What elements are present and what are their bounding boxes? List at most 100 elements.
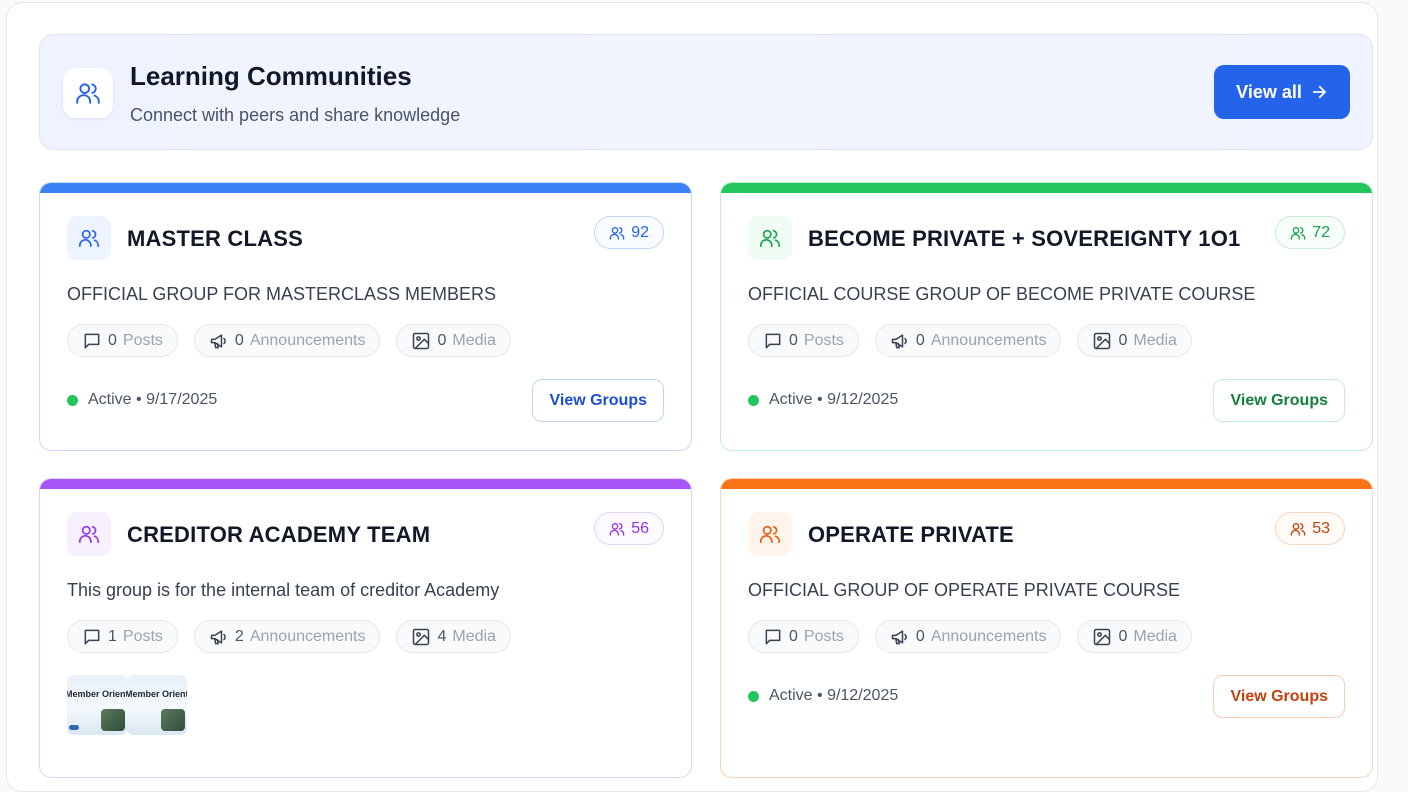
- announcements-count: 2: [234, 627, 244, 645]
- users-icon: [1290, 522, 1306, 536]
- card-description: OFFICIAL COURSE GROUP OF BECOME PRIVATE …: [748, 284, 1256, 304]
- card-accent-bar: [40, 183, 691, 193]
- media-count: 0: [1118, 627, 1128, 645]
- announcements-count: 0: [915, 627, 925, 645]
- page-title: Learning Communities: [130, 61, 412, 91]
- communities-header: Learning Communities Connect with peers …: [39, 34, 1373, 150]
- announcements-label: Announcements: [249, 627, 366, 645]
- media-label: Media: [452, 627, 496, 645]
- media-label: Media: [452, 331, 496, 349]
- card-status: Active • 9/12/2025: [748, 687, 898, 705]
- posts-label: Posts: [122, 627, 163, 645]
- member-count: 92: [631, 223, 649, 241]
- announcements-stat: 0 Announcements: [874, 620, 1062, 653]
- thumbnail-decoration: [69, 725, 79, 730]
- media-count: 0: [437, 331, 447, 349]
- announcements-count: 0: [915, 331, 925, 349]
- view-groups-button[interactable]: View Groups: [1213, 379, 1345, 422]
- users-icon: [609, 522, 625, 536]
- media-stat: 0 Media: [1077, 324, 1192, 357]
- status-text: Active • 9/17/2025: [88, 391, 218, 408]
- media-thumbnail[interactable]: Member Orientation: [127, 675, 187, 735]
- community-card-operate-private: OPERATE PRIVATE 53 OFFICIAL GROUP OF OPE…: [720, 478, 1373, 778]
- announcements-stat: 2 Announcements: [193, 620, 381, 653]
- member-count: 72: [1312, 223, 1330, 241]
- member-count-badge: 56: [594, 512, 664, 545]
- media-stat: 0 Media: [1077, 620, 1192, 653]
- thumbnail-photo: [161, 709, 185, 731]
- users-icon: [748, 512, 792, 556]
- member-count: 56: [631, 519, 649, 537]
- posts-stat: 0 Posts: [67, 324, 178, 357]
- media-label: Media: [1133, 331, 1177, 349]
- announcements-stat: 0 Announcements: [193, 324, 381, 357]
- card-status: Active • 9/12/2025: [748, 391, 898, 409]
- users-icon: [609, 226, 625, 240]
- users-icon: [67, 512, 111, 556]
- users-icon: [1290, 226, 1306, 240]
- active-dot-icon: [748, 690, 759, 702]
- page-subtitle: Connect with peers and share knowledge: [130, 105, 461, 125]
- image-icon: [1094, 332, 1111, 349]
- posts-stat: 0 Posts: [748, 620, 859, 653]
- posts-label: Posts: [803, 627, 844, 645]
- announcements-label: Announcements: [249, 331, 366, 349]
- card-title[interactable]: OPERATE PRIVATE: [808, 522, 1014, 548]
- view-all-button[interactable]: View all: [1214, 65, 1350, 119]
- image-icon: [413, 332, 430, 349]
- users-icon: [67, 216, 111, 260]
- message-square-icon: [84, 333, 100, 348]
- media-thumbnails: Member Orientation Member Orientation: [67, 675, 187, 735]
- megaphone-icon: [210, 333, 226, 348]
- thumbnail-text: Member Orientation: [127, 689, 187, 699]
- community-card-become-private: BECOME PRIVATE + SOVEREIGNTY 1O1 72 OFFI…: [720, 182, 1373, 451]
- posts-count: 0: [789, 627, 798, 645]
- card-title[interactable]: BECOME PRIVATE + SOVEREIGNTY 1O1: [808, 226, 1240, 252]
- card-title[interactable]: CREDITOR ACADEMY TEAM: [127, 522, 430, 548]
- card-accent-bar: [40, 479, 691, 489]
- message-square-icon: [765, 629, 781, 644]
- media-thumbnail[interactable]: Member Orientation: [67, 675, 127, 735]
- member-count-badge: 92: [594, 216, 664, 249]
- megaphone-icon: [891, 333, 907, 348]
- card-accent-bar: [721, 479, 1372, 489]
- card-title[interactable]: MASTER CLASS: [127, 226, 303, 252]
- posts-count: 1: [108, 627, 117, 645]
- card-stats: 0 Posts 0 Announcements 0 Media: [748, 620, 1192, 653]
- card-description: OFFICIAL GROUP FOR MASTERCLASS MEMBERS: [67, 284, 497, 304]
- thumbnail-text: Member Orientation: [67, 689, 127, 699]
- card-description: OFFICIAL GROUP OF OPERATE PRIVATE COURSE: [748, 580, 1181, 600]
- media-stat: 0 Media: [396, 324, 511, 357]
- status-text: Active • 9/12/2025: [769, 391, 899, 408]
- announcements-count: 0: [234, 331, 244, 349]
- member-count-badge: 53: [1275, 512, 1345, 545]
- card-accent-bar: [721, 183, 1372, 193]
- card-stats: 1 Posts 2 Announcements 4 Media: [67, 620, 511, 653]
- media-count: 0: [1118, 331, 1128, 349]
- status-text: Active • 9/12/2025: [769, 687, 899, 704]
- image-icon: [1094, 628, 1111, 645]
- megaphone-icon: [210, 629, 226, 644]
- card-stats: 0 Posts 0 Announcements 0 Media: [67, 324, 511, 357]
- users-icon: [748, 216, 792, 260]
- active-dot-icon: [748, 394, 759, 406]
- posts-stat: 1 Posts: [67, 620, 178, 653]
- announcements-stat: 0 Announcements: [874, 324, 1062, 357]
- member-count-badge: 72: [1275, 216, 1345, 249]
- media-stat: 4 Media: [396, 620, 511, 653]
- view-groups-button[interactable]: View Groups: [1213, 675, 1345, 718]
- card-description: This group is for the internal team of c…: [67, 580, 500, 600]
- posts-count: 0: [789, 331, 798, 349]
- thumbnail-photo: [101, 709, 125, 731]
- community-card-creditor-academy-team: CREDITOR ACADEMY TEAM 56 This group is f…: [39, 478, 692, 778]
- megaphone-icon: [891, 629, 907, 644]
- posts-label: Posts: [122, 331, 163, 349]
- active-dot-icon: [67, 394, 78, 406]
- message-square-icon: [765, 333, 781, 348]
- media-label: Media: [1133, 627, 1177, 645]
- view-groups-button[interactable]: View Groups: [532, 379, 664, 422]
- announcements-label: Announcements: [930, 627, 1047, 645]
- posts-count: 0: [108, 331, 117, 349]
- view-all-label: View all: [1236, 81, 1302, 102]
- users-icon: [63, 68, 113, 118]
